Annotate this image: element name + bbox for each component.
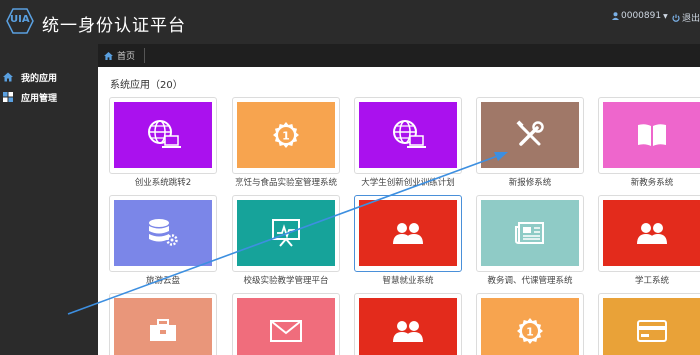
tile-face [603,298,700,355]
app-tile-innovation-training[interactable] [354,97,462,174]
section-title: 系统应用（20） [110,80,183,91]
tile-face [237,298,335,355]
sidebar: 我的应用 应用管理 [0,44,98,355]
home-icon [104,51,113,60]
tile-face [359,298,457,355]
sidebar-item-label: 我的应用 [21,73,58,84]
presentation-icon [272,219,300,247]
app-tile-student-affairs[interactable] [598,195,700,272]
sidebar-item-label: 应用管理 [21,93,58,104]
caret-down-icon: ▼ [663,12,668,20]
award-badge-icon: 1 [273,122,299,148]
power-icon [672,14,680,22]
tile-face [114,102,212,168]
svg-text:1: 1 [282,130,290,143]
home-icon [3,72,13,82]
tile-face [603,102,700,168]
sidebar-item-app-management[interactable]: 应用管理 [0,88,98,106]
app-tile-users[interactable] [354,293,462,355]
credit-card-icon [637,320,667,342]
tile-face: 1 [237,102,335,168]
users-icon [393,223,423,244]
tile-face [481,200,579,266]
top-bar: UIA 统一身份认证平台 0000891 ▼ 退出 [0,0,700,44]
tile-label[interactable]: 烹饪与食品实验室管理系统 [216,176,356,188]
tile-label[interactable]: 教务调、代课管理系统 [460,274,600,286]
breadcrumb-divider [144,48,145,63]
app-tile-briefcase[interactable] [109,293,217,355]
tile-label[interactable]: 大学生创新创业训练计划 [338,176,478,188]
globe-laptop-icon [393,120,426,148]
tile-face [237,200,335,266]
sidebar-item-my-apps[interactable]: 我的应用 [0,68,98,86]
briefcase-icon [150,319,176,341]
tile-face [481,102,579,168]
logo-text: UIA [10,14,30,25]
users-icon [637,223,667,244]
tile-face: 1 [481,298,579,355]
globe-laptop-icon [148,120,181,148]
app-tile-substitute-class[interactable] [476,195,584,272]
logout-button[interactable]: 退出 [672,11,700,24]
breadcrumb: 首页 [98,44,700,67]
breadcrumb-home[interactable]: 首页 [117,49,135,62]
envelope-icon [270,320,302,342]
grid-icon [3,92,13,102]
app-tile-travel-cloud[interactable] [109,195,217,272]
tile-label[interactable]: 新教务系统 [582,176,700,188]
tile-label[interactable]: 学工系统 [582,274,700,286]
tile-face [359,200,457,266]
svg-text:1: 1 [526,326,534,339]
tile-face [603,200,700,266]
app-tile-mail[interactable] [232,293,340,355]
database-gear-icon [149,219,178,246]
book-icon [638,124,666,146]
app-tile-repair[interactable] [476,97,584,174]
tools-icon [516,120,544,146]
app-tile-lab-teaching[interactable] [232,195,340,272]
app-tile-smart-employment[interactable] [354,195,462,272]
tile-face [114,200,212,266]
newspaper-icon [515,222,544,244]
logout-label: 退出 [682,14,700,24]
award-badge-icon: 1 [517,318,543,344]
users-icon [393,321,423,342]
app-tile-cooking-lab[interactable]: 1 [232,97,340,174]
user-menu[interactable]: 0000891 ▼ [612,11,668,21]
app-tile-academic-affairs[interactable] [598,97,700,174]
tile-label[interactable]: 旅游云盘 [93,274,233,286]
user-id: 0000891 [621,11,662,21]
tile-label[interactable]: 校级实验教学管理平台 [216,274,356,286]
app-tile-entrepreneurship-redirect[interactable] [109,97,217,174]
tile-face [359,102,457,168]
tile-label[interactable]: 新报修系统 [460,176,600,188]
app-title: 统一身份认证平台 [42,16,186,36]
tile-label[interactable]: 智慧就业系统 [338,274,478,286]
user-icon [612,12,619,20]
tile-face [114,298,212,355]
app-tile-card[interactable] [598,293,700,355]
tile-label[interactable]: 创业系统跳转2 [93,176,233,188]
app-tile-award[interactable]: 1 [476,293,584,355]
